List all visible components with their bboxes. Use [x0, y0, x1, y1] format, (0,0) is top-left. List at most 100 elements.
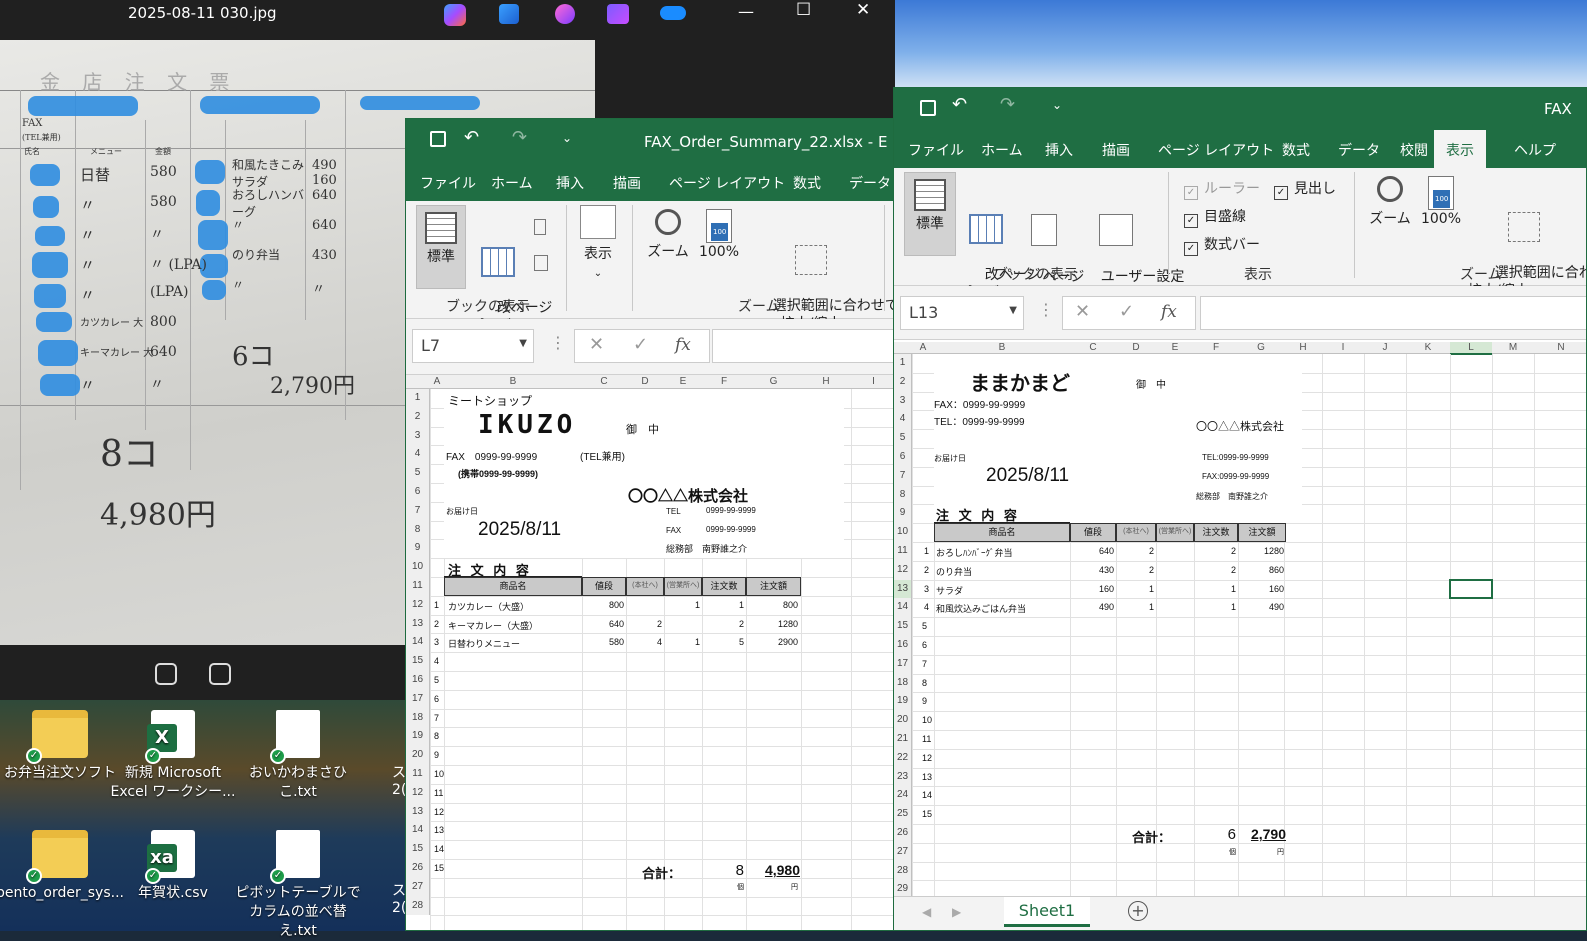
row-header[interactable]: 13 — [406, 614, 430, 634]
row-header[interactable]: 8 — [894, 485, 912, 505]
row-header[interactable]: 12 — [406, 595, 430, 615]
row-header[interactable]: 14 — [406, 633, 430, 653]
name-box[interactable]: L7 ▼ — [412, 329, 534, 363]
cancel-icon[interactable]: ✕ — [1075, 301, 1090, 322]
row-header[interactable]: 15 — [406, 652, 430, 671]
tab-2[interactable]: 挿入 — [556, 173, 584, 193]
row-header[interactable]: 8 — [406, 520, 430, 540]
row-header[interactable]: 3 — [406, 426, 430, 446]
row-header[interactable]: 10 — [406, 558, 430, 577]
normal-view-button[interactable]: 標準 — [416, 205, 466, 289]
redo-icon[interactable]: ↷ — [512, 127, 527, 148]
row-header[interactable]: 2 — [406, 407, 430, 427]
selected-cell[interactable] — [1449, 578, 1493, 600]
row-header[interactable]: 3 — [894, 391, 912, 411]
row-header[interactable]: 5 — [406, 464, 430, 483]
col-header[interactable]: E — [1156, 342, 1194, 353]
tab-6[interactable]: データ — [1338, 140, 1380, 160]
row-header[interactable]: 11 — [406, 577, 430, 596]
page-layout-icon[interactable] — [534, 219, 546, 235]
row-header[interactable]: 10 — [894, 523, 912, 542]
row-header[interactable]: 7 — [406, 501, 430, 521]
row-header[interactable]: 12 — [406, 783, 430, 803]
col-header[interactable]: I — [851, 376, 894, 387]
qat-customize-icon[interactable]: ⌄ — [1052, 98, 1062, 112]
tab-4[interactable]: ページ レイアウト — [669, 173, 785, 193]
row-header[interactable]: 19 — [406, 727, 430, 747]
zoom-100-button[interactable]: 100 100% — [696, 209, 742, 261]
row-header[interactable]: 27 — [406, 877, 430, 897]
row-header[interactable]: 28 — [894, 861, 912, 881]
insert-function-icon[interactable]: fx — [675, 335, 691, 355]
tab-6[interactable]: データ — [849, 173, 891, 193]
row-header[interactable]: 9 — [406, 539, 430, 559]
col-header[interactable]: I — [1322, 342, 1364, 353]
row-header[interactable]: 22 — [894, 748, 912, 768]
sheet-grid-left[interactable]: A B C D E F G H I 1 2 3 4 5 6 7 8 9 10 11 12 13 14 15 16 17 18 19 20… — [406, 375, 894, 930]
row-header[interactable]: 21 — [894, 730, 912, 749]
heading-checkbox[interactable]: ✓ 見出し — [1274, 178, 1336, 200]
row-header[interactable]: 7 — [894, 466, 912, 486]
row-header[interactable]: 1 — [894, 354, 912, 373]
tab-1[interactable]: ホーム — [981, 140, 1023, 160]
visual-search-icon[interactable] — [155, 663, 177, 685]
row-header[interactable]: 9 — [894, 504, 912, 524]
col-header[interactable]: H — [801, 376, 851, 387]
col-header[interactable]: F — [702, 376, 746, 387]
col-header[interactable]: J — [1364, 342, 1406, 353]
col-header[interactable]: M — [1492, 342, 1534, 353]
tab-1[interactable]: ホーム — [491, 173, 533, 193]
redo-icon[interactable]: ↷ — [1000, 94, 1015, 115]
undo-icon[interactable]: ↶ — [464, 127, 479, 148]
row-header[interactable]: 2 — [894, 372, 912, 392]
row-header[interactable]: 4 — [894, 410, 912, 430]
row-header[interactable]: 25 — [894, 805, 912, 824]
col-header[interactable]: B — [934, 342, 1070, 353]
gridlines-checkbox[interactable]: ✓ 目盛線 — [1184, 206, 1246, 228]
close-button[interactable]: ✕ — [856, 0, 870, 20]
save-icon[interactable] — [920, 100, 936, 116]
zoom-button[interactable]: ズーム — [644, 209, 692, 261]
row-header[interactable]: 12 — [894, 560, 912, 580]
tab-3[interactable]: 描画 — [1102, 140, 1130, 160]
row-header[interactable]: 18 — [406, 708, 430, 728]
formula-input[interactable] — [712, 329, 894, 363]
desktop-icon-xlsx[interactable]: X ✓ 新規 Microsoft Excel ワークシー... — [108, 702, 238, 802]
tab-7[interactable]: 校閲 — [1400, 140, 1428, 160]
enter-icon[interactable]: ✓ — [633, 334, 648, 355]
tab-9[interactable]: ヘルプ — [1514, 140, 1556, 160]
copilot-icon[interactable] — [444, 4, 466, 26]
row-header[interactable]: 20 — [894, 711, 912, 730]
col-header[interactable]: A — [430, 376, 444, 387]
col-header[interactable]: H — [1284, 342, 1322, 353]
row-header[interactable]: 16 — [406, 671, 430, 690]
row-header[interactable]: 13 — [894, 579, 912, 599]
desktop-icon-folder[interactable]: ✓ お弁当注文ソフト — [0, 702, 125, 783]
custom-view-icon[interactable] — [534, 255, 548, 271]
col-header[interactable]: D — [1116, 342, 1156, 353]
tab-5[interactable]: 数式 — [793, 173, 821, 193]
row-header[interactable]: 28 — [406, 896, 430, 916]
row-header[interactable]: 11 — [894, 542, 912, 561]
col-header[interactable]: D — [626, 376, 664, 387]
col-header[interactable]: B — [444, 376, 582, 387]
col-header[interactable]: A — [912, 342, 934, 353]
row-header[interactable]: 23 — [894, 767, 912, 787]
clipchamp-video-icon[interactable] — [607, 4, 629, 24]
desktop-icon-folder[interactable]: ✓ bento_order_sys... — [0, 822, 125, 903]
row-header[interactable]: 20 — [406, 746, 430, 765]
col-header[interactable]: G — [1238, 342, 1284, 353]
tab-8[interactable]: 表示 — [1434, 130, 1486, 171]
row-header[interactable]: 13 — [406, 802, 430, 822]
desktop-icon-csv[interactable]: xa ✓ 年賀状.csv — [108, 822, 238, 903]
row-header[interactable]: 16 — [894, 636, 912, 655]
row-header[interactable]: 6 — [406, 483, 430, 502]
col-header[interactable]: E — [664, 376, 702, 387]
designer-icon[interactable] — [499, 4, 519, 24]
name-box[interactable]: L13 ▼ — [900, 296, 1024, 330]
formula-input[interactable] — [1200, 296, 1586, 330]
row-header[interactable]: 24 — [894, 786, 912, 806]
save-icon[interactable] — [430, 131, 446, 147]
prev-sheet-icon[interactable]: ◀ — [922, 905, 931, 919]
col-header[interactable]: F — [1194, 342, 1238, 353]
